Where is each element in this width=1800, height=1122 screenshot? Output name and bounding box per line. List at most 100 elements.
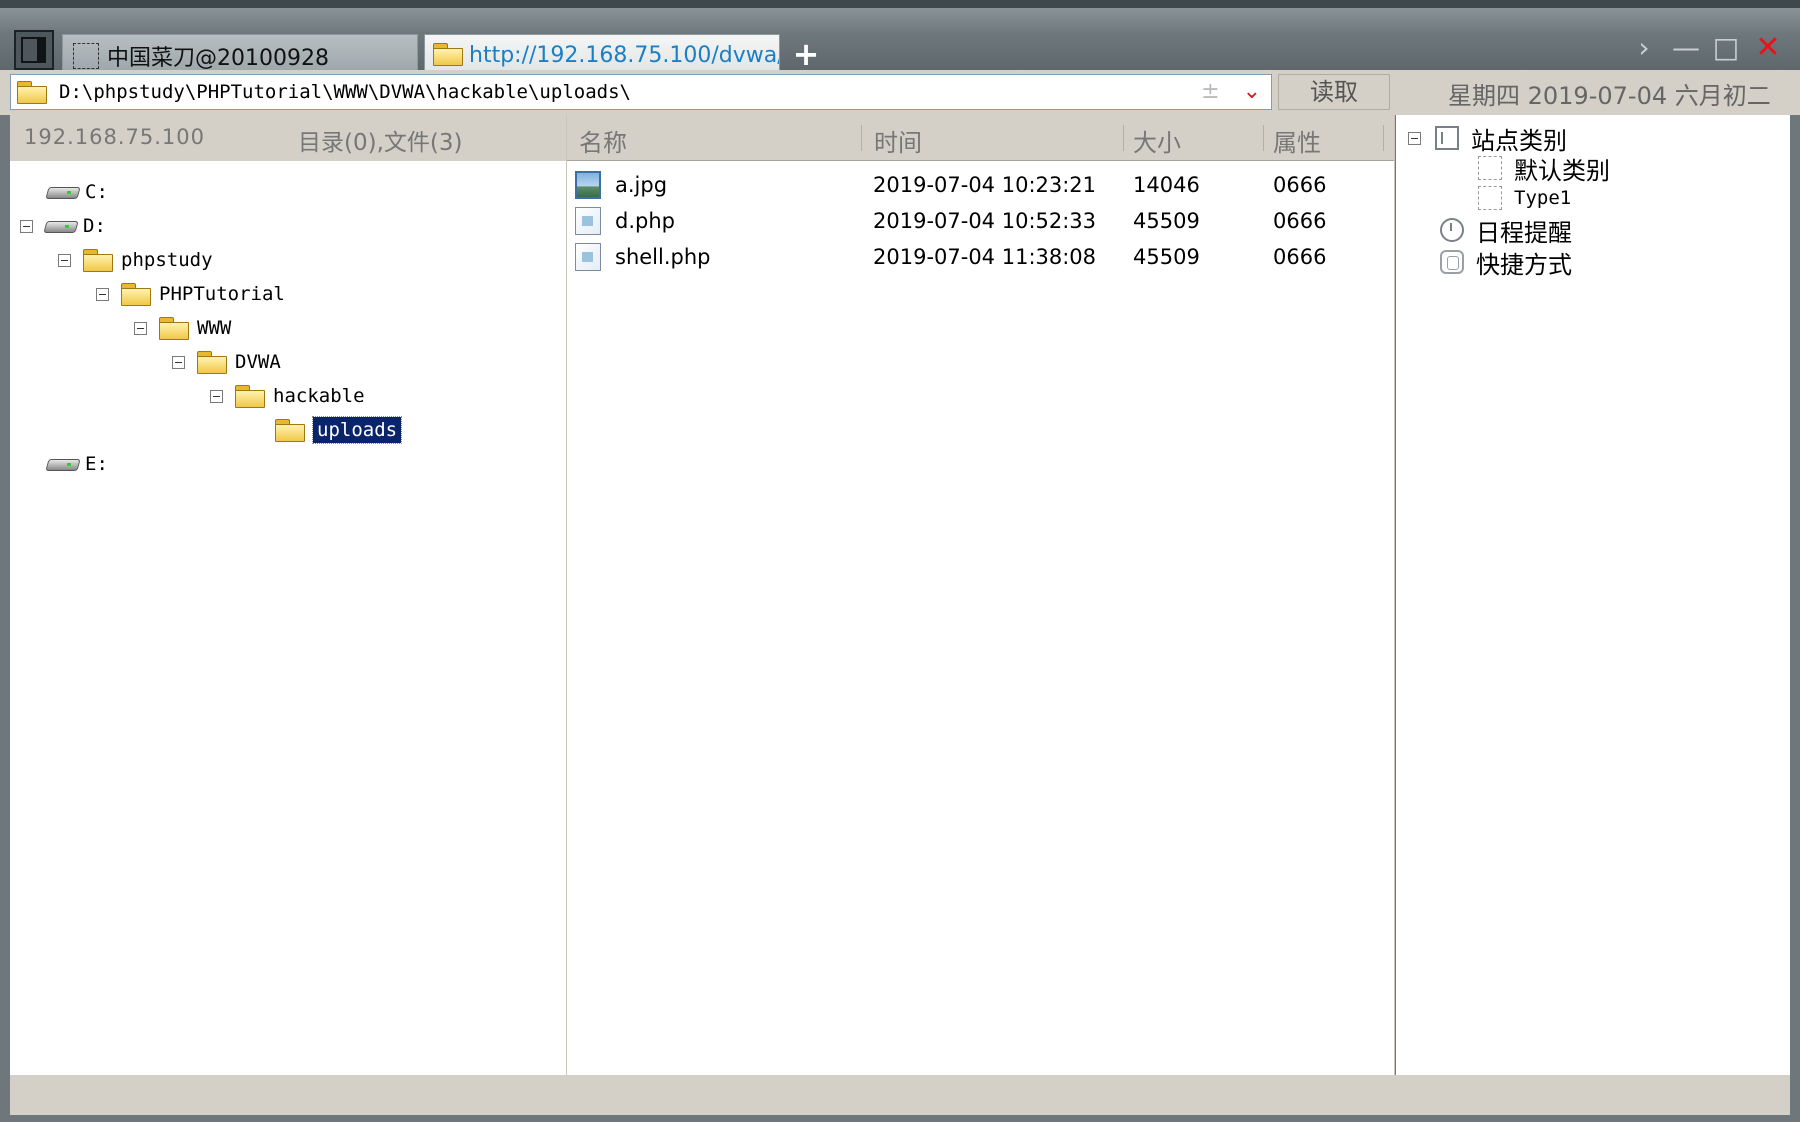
column-header-size[interactable]: 大小 xyxy=(1133,123,1181,158)
address-row: D:\phpstudy\PHPTutorial\WWW\DVWA\hackabl… xyxy=(0,70,1800,115)
toggle-panel-icon[interactable] xyxy=(14,30,54,70)
tree-item-phpstudy[interactable]: phpstudy xyxy=(58,245,213,275)
collapse-toggle-icon[interactable] xyxy=(1408,131,1421,145)
file-row[interactable]: shell.php 2019-07-04 11:38:08 45509 0666 xyxy=(567,241,1394,273)
folder-open-icon xyxy=(275,419,305,442)
tree-item-label: C: xyxy=(85,181,108,203)
hard-drive-icon xyxy=(47,185,79,199)
file-row[interactable]: a.jpg 2019-07-04 10:23:21 14046 0666 xyxy=(567,169,1394,201)
tree-item-type1[interactable]: Type1 xyxy=(1478,183,1571,213)
collapse-toggle-icon[interactable] xyxy=(210,389,223,403)
tree-item-www[interactable]: WWW xyxy=(134,313,231,343)
file-size: 14046 xyxy=(1133,173,1200,197)
column-header-time[interactable]: 时间 xyxy=(874,123,922,158)
status-bar xyxy=(10,1075,1790,1115)
file-row[interactable]: d.php 2019-07-04 10:52:33 45509 0666 xyxy=(567,205,1394,237)
item-counts: 目录(0),文件(3) xyxy=(298,130,463,156)
chevron-down-icon[interactable]: ⌄ xyxy=(1243,79,1261,104)
column-divider[interactable] xyxy=(1383,125,1384,151)
php-file-icon xyxy=(575,207,601,235)
clock-icon xyxy=(1440,218,1464,242)
tree-item-drive-e[interactable]: E: xyxy=(47,449,108,479)
left-header: 192.168.75.100 目录(0),文件(3) xyxy=(10,115,566,161)
tree-item-drive-c[interactable]: C: xyxy=(47,177,108,207)
tree-item-label: PHPTutorial xyxy=(159,283,285,305)
file-size: 45509 xyxy=(1133,209,1200,233)
path-input[interactable]: D:\phpstudy\PHPTutorial\WWW\DVWA\hackabl… xyxy=(10,74,1272,110)
read-button[interactable]: 读取 xyxy=(1278,74,1390,110)
file-attr: 0666 xyxy=(1273,173,1327,197)
chevron-right-icon[interactable]: › xyxy=(1628,32,1660,64)
folder-icon xyxy=(197,351,227,374)
folder-icon xyxy=(433,42,463,69)
file-list-header: 名称 时间 大小 属性 xyxy=(567,115,1394,161)
host-ip: 192.168.75.100 xyxy=(24,125,205,149)
tree-item-dvwa[interactable]: DVWA xyxy=(172,347,281,377)
address-actions: ± ⌄ xyxy=(1201,79,1261,104)
file-name: shell.php xyxy=(615,245,711,269)
file-attr: 0666 xyxy=(1273,209,1327,233)
tree-item-label: 快捷方式 xyxy=(1476,250,1572,279)
maximize-button[interactable]: □ xyxy=(1710,32,1742,64)
column-divider[interactable] xyxy=(1123,125,1124,151)
collapse-toggle-icon[interactable] xyxy=(134,321,147,335)
tree-item-hackable[interactable]: hackable xyxy=(210,381,365,411)
column-divider[interactable] xyxy=(861,125,862,151)
path-text: D:\phpstudy\PHPTutorial\WWW\DVWA\hackabl… xyxy=(59,81,631,103)
collapse-toggle-icon[interactable] xyxy=(96,287,109,301)
date-display: 星期四 2019-07-04 六月初二 xyxy=(1448,82,1771,110)
tree-item-phptutorial[interactable]: PHPTutorial xyxy=(96,279,285,309)
minimize-button[interactable]: — xyxy=(1670,32,1702,64)
tree-item-label: Type1 xyxy=(1514,187,1572,209)
tab-label: http://192.168.75.100/dvwa/... xyxy=(469,43,780,68)
tree-item-label: phpstudy xyxy=(121,249,213,271)
tree-item-schedule[interactable]: 日程提醒 xyxy=(1440,215,1572,247)
file-time: 2019-07-04 10:23:21 xyxy=(873,173,1097,197)
site-category-pane: 站点类别 默认类别 Type1 日程提醒 快捷方式 xyxy=(1396,115,1790,1075)
file-name: d.php xyxy=(615,209,675,233)
tree-item-site-category[interactable]: 站点类别 xyxy=(1408,123,1567,155)
collapse-toggle-icon[interactable] xyxy=(172,355,185,369)
hard-drive-icon xyxy=(47,457,79,471)
page-icon xyxy=(1478,156,1502,180)
tree-item-uploads[interactable]: uploads xyxy=(275,415,403,445)
tree-item-label: 日程提醒 xyxy=(1476,218,1572,247)
tree-item-label: D: xyxy=(83,215,106,237)
file-time: 2019-07-04 10:52:33 xyxy=(873,209,1097,233)
image-file-icon xyxy=(575,171,601,199)
page-icon xyxy=(1478,186,1502,210)
folder-icon xyxy=(83,249,113,272)
hard-drive-icon xyxy=(45,219,77,233)
file-time: 2019-07-04 11:38:08 xyxy=(873,245,1097,269)
folder-icon xyxy=(159,317,189,340)
title-bar: 中国菜刀@20100928 http://192.168.75.100/dvwa… xyxy=(0,0,1800,76)
folder-icon xyxy=(121,283,151,306)
tree-item-label: 默认类别 xyxy=(1514,156,1610,185)
collapse-toggle-icon[interactable] xyxy=(20,219,33,233)
tree-item-label-selected: uploads xyxy=(311,416,403,444)
tab-label: 中国菜刀@20100928 xyxy=(107,45,329,71)
category-icon xyxy=(1435,126,1459,150)
tree-item-label: DVWA xyxy=(235,351,281,373)
hand-icon xyxy=(1440,250,1464,274)
collapse-toggle-icon[interactable] xyxy=(58,253,71,267)
file-size: 45509 xyxy=(1133,245,1200,269)
tree-item-label: WWW xyxy=(197,317,232,339)
column-divider[interactable] xyxy=(1263,125,1264,151)
php-file-icon xyxy=(575,243,601,271)
app-window: 中国菜刀@20100928 http://192.168.75.100/dvwa… xyxy=(0,0,1800,1122)
directory-tree-pane: 192.168.75.100 目录(0),文件(3) C: D: phpstud… xyxy=(10,115,567,1075)
tree-item-default-category[interactable]: 默认类别 xyxy=(1478,153,1610,185)
column-header-name[interactable]: 名称 xyxy=(579,123,627,158)
add-bookmark-icon[interactable]: ± xyxy=(1201,79,1219,104)
dashed-square-icon xyxy=(73,42,99,69)
file-list-pane: 名称 时间 大小 属性 a.jpg 2019-07-04 10:23:21 14… xyxy=(567,115,1395,1075)
column-header-attr[interactable]: 属性 xyxy=(1273,123,1321,158)
new-tab-button[interactable]: + xyxy=(788,36,824,72)
file-name: a.jpg xyxy=(615,173,668,197)
file-attr: 0666 xyxy=(1273,245,1327,269)
tree-item-shortcuts[interactable]: 快捷方式 xyxy=(1440,247,1572,279)
tree-item-drive-d[interactable]: D: xyxy=(20,211,106,241)
tree-item-label: hackable xyxy=(273,385,365,407)
close-button[interactable]: ✕ xyxy=(1752,32,1784,64)
